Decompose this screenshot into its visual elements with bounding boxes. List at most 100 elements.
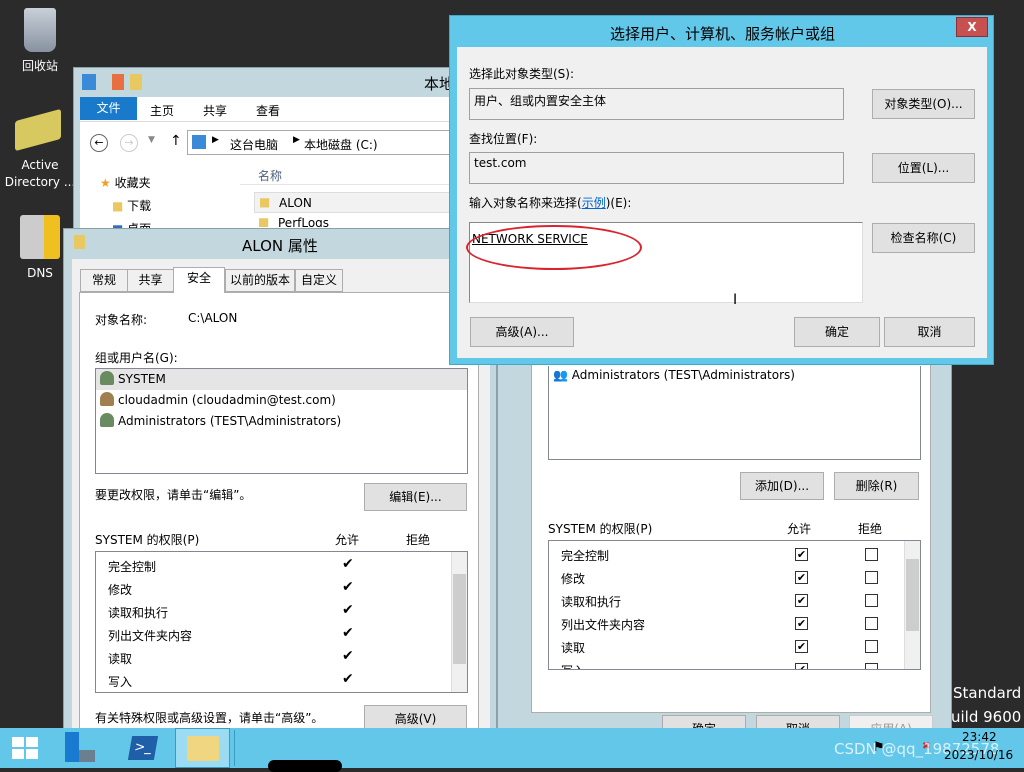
column-header-name[interactable]: 名称 — [258, 167, 282, 184]
check-names-button[interactable]: 检查名称(C) — [872, 223, 975, 253]
icon-label: Active Directory ... — [4, 158, 76, 189]
permission-list[interactable]: 完全控制 ✔ 修改 ✔ 读取和执行 ✔ 列出文件夹内容 ✔ 读取 ✔ 写入 ✔ — [548, 540, 921, 670]
deny-header: 拒绝 — [858, 522, 883, 536]
file-row-perflogs[interactable]: ■ PerfLogs — [254, 215, 474, 227]
tab-general[interactable]: 常规 — [80, 269, 128, 292]
select-users-dialog: 选择用户、计算机、服务帐户或组 X 选择此对象类型(S): 用户、组或内置安全主… — [449, 15, 994, 365]
permission-list[interactable]: 完全控制 ✔ 修改 ✔ 读取和执行 ✔ 列出文件夹内容 ✔ 读取 ✔ 写入 ✔ — [95, 551, 468, 693]
desktop-icon-active-directory[interactable]: Active Directory ... — [0, 108, 78, 191]
scrollbar-thumb[interactable] — [453, 574, 466, 664]
examples-link[interactable]: 示例 — [582, 196, 606, 210]
redacted-region — [268, 760, 342, 772]
star-icon: ★ — [100, 176, 111, 190]
nav-favorites[interactable]: ★ 收藏夹 — [100, 174, 151, 191]
user-item[interactable]: SYSTEM — [96, 369, 467, 390]
desktop-icon-recycle-bin[interactable]: 回收站 — [0, 8, 80, 75]
add-button[interactable]: 添加(D)... — [740, 472, 824, 500]
cancel-button[interactable]: 取消 — [884, 317, 975, 347]
advanced-button[interactable]: 高级(A)... — [470, 317, 574, 347]
clock-date[interactable]: 2023/10/16 — [944, 748, 1013, 762]
ribbon-tab-file[interactable]: 文件 — [80, 97, 137, 120]
allow-check-icon: ✔ — [342, 671, 354, 687]
allow-header: 允许 — [787, 522, 812, 536]
advanced-hint: 有关特殊权限或高级设置，请单击“高级”。 — [95, 711, 324, 725]
object-name-label: 对象名称: — [95, 313, 148, 327]
allow-checkbox[interactable]: ✔ — [795, 594, 808, 607]
explorer-window: 本地 文件 主页 共享 查看 ← → ▼ ↑ ▶ 这台电脑 ▶ 本地磁盘 (C:… — [73, 67, 474, 248]
back-button[interactable]: ← — [90, 134, 108, 152]
permission-name: 读取和执行 — [108, 606, 169, 620]
object-name-value: C:\ALON — [188, 311, 238, 325]
deny-checkbox[interactable] — [865, 663, 878, 669]
user-item[interactable]: 👥 Administrators (TEST\Administrators) — [553, 368, 795, 382]
address-bar[interactable]: ▶ 这台电脑 ▶ 本地磁盘 (C:) — [187, 130, 474, 155]
start-button[interactable] — [0, 728, 52, 768]
user-name: SYSTEM — [118, 372, 166, 386]
explorer-body: 文件 主页 共享 查看 ← → ▼ ↑ ▶ 这台电脑 ▶ 本地磁盘 (C:) ★… — [80, 97, 474, 248]
permissions-label: SYSTEM 的权限(P) — [95, 533, 200, 547]
ribbon-tab-home[interactable]: 主页 — [150, 102, 174, 119]
allow-checkbox[interactable]: ✔ — [795, 548, 808, 561]
clock-time[interactable]: 23:42 — [962, 730, 997, 744]
scrollbar-thumb[interactable] — [906, 559, 919, 631]
deny-checkbox[interactable] — [865, 640, 878, 653]
locations-button[interactable]: 位置(L)... — [872, 153, 975, 183]
taskbar-powershell[interactable]: >_ — [118, 728, 170, 768]
allow-checkbox[interactable]: ✔ — [795, 617, 808, 630]
breadcrumb-local-disk[interactable]: 本地磁盘 (C:) — [304, 136, 378, 153]
allow-checkbox[interactable]: ✔ — [795, 663, 808, 669]
object-types-button[interactable]: 对象类型(O)... — [872, 89, 975, 119]
group-icon — [100, 371, 114, 385]
user-list[interactable]: 👥 Administrators (TEST\Administrators) — [548, 366, 921, 460]
alon-properties-dialog: ALON 属性 常规 共享 安全 以前的版本 自定义 对象名称: C:\ALON… — [63, 228, 497, 742]
permission-name: 读取 — [561, 641, 586, 655]
permission-name: 列出文件夹内容 — [108, 629, 193, 643]
ribbon-tab-share[interactable]: 共享 — [203, 102, 227, 119]
permission-name: 完全控制 — [108, 560, 157, 574]
tab-customize[interactable]: 自定义 — [295, 269, 343, 292]
object-type-label: 选择此对象类型(S): — [469, 67, 575, 81]
allow-check-icon: ✔ — [342, 579, 354, 595]
deny-checkbox[interactable] — [865, 594, 878, 607]
object-name-input[interactable]: NETWORK SERVICE — [466, 222, 863, 303]
windows-logo-icon — [12, 737, 38, 759]
permission-name: 写入 — [108, 675, 133, 689]
location-label: 查找位置(F): — [469, 132, 538, 146]
user-list[interactable]: SYSTEM cloudadmin (cloudadmin@test.com) Ad… — [95, 368, 468, 474]
group-icon: 👥 — [553, 368, 568, 382]
user-item[interactable]: Administrators (TEST\Administrators) — [96, 411, 467, 432]
ok-button[interactable]: 确定 — [794, 317, 880, 347]
breadcrumb-this-pc[interactable]: 这台电脑 — [230, 136, 278, 153]
tab-sharing[interactable]: 共享 — [127, 269, 174, 292]
dialog-title: ALON 属性 — [242, 237, 318, 255]
allow-checkbox[interactable]: ✔ — [795, 640, 808, 653]
powershell-icon: >_ — [127, 736, 159, 760]
allow-checkbox[interactable]: ✔ — [795, 571, 808, 584]
file-row-alon[interactable]: ■ ALON — [254, 192, 474, 213]
tab-security[interactable]: 安全 — [173, 267, 225, 293]
ribbon-tab-view[interactable]: 查看 — [256, 102, 280, 119]
permissions-label: SYSTEM 的权限(P) — [548, 522, 653, 536]
taskbar-server-manager[interactable] — [57, 728, 109, 768]
taskbar-file-explorer[interactable] — [175, 728, 230, 768]
os-watermark: Standard — [953, 684, 1022, 702]
deny-checkbox[interactable] — [865, 617, 878, 630]
edit-button[interactable]: 编辑(E)... — [364, 483, 467, 511]
recent-dropdown-icon[interactable]: ▼ — [148, 135, 155, 145]
close-button[interactable]: X — [956, 17, 988, 37]
forward-button[interactable]: → — [120, 134, 138, 152]
deny-checkbox[interactable] — [865, 548, 878, 561]
nav-downloads[interactable]: ■ 下载 — [112, 197, 151, 214]
allow-check-icon: ✔ — [342, 625, 354, 641]
remove-button[interactable]: 删除(R) — [834, 472, 919, 500]
folder-icon: ■ — [259, 195, 271, 209]
deny-checkbox[interactable] — [865, 571, 878, 584]
user-name: Administrators (TEST\Administrators) — [118, 414, 342, 428]
user-item[interactable]: cloudadmin (cloudadmin@test.com) — [96, 390, 467, 411]
permission-name: 读取 — [108, 652, 133, 666]
deny-header: 拒绝 — [406, 533, 431, 547]
permission-name: 修改 — [561, 572, 586, 586]
this-pc-icon — [192, 135, 206, 149]
up-button[interactable]: ↑ — [170, 133, 182, 149]
tab-previous-versions[interactable]: 以前的版本 — [225, 269, 295, 292]
